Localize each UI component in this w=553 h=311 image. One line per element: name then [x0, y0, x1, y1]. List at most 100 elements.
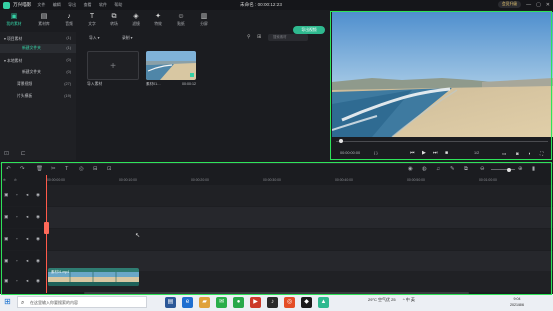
play-icon[interactable]: ▶	[422, 150, 426, 156]
record-dropdown[interactable]: 录制 ▾	[122, 35, 133, 41]
menu-software[interactable]: 软件	[99, 2, 107, 7]
delete-icon[interactable]: 🗑	[36, 166, 43, 172]
tree-item-new-folder-selected[interactable]: 新建文件夹 (1)	[0, 44, 76, 53]
browser-app-icon[interactable]: ◎	[284, 297, 295, 308]
fit-icon[interactable]: ▮	[532, 166, 535, 172]
tab-filters[interactable]: ◈ 滤镜	[126, 13, 146, 27]
split-icon[interactable]: ✂	[51, 166, 56, 172]
snapshot-icon[interactable]: ◙	[516, 151, 519, 156]
crop-icon[interactable]: ⊡	[107, 166, 112, 172]
track-lane[interactable]	[46, 185, 553, 206]
filmora-app-icon[interactable]: ▲	[318, 297, 329, 308]
zoom-knob[interactable]	[507, 167, 511, 172]
skip-back-icon[interactable]: ⏮	[410, 150, 415, 156]
maximize-icon[interactable]: ▢	[536, 2, 541, 8]
media-clip-thumbnail[interactable]	[146, 51, 196, 80]
tray-icons[interactable]: ^ 中 英	[403, 297, 415, 302]
timeline-clip[interactable]: 素材01.mp4	[48, 268, 139, 286]
track-manager-icon[interactable]: ⊕	[3, 178, 6, 182]
taskbar-search-input[interactable]: ⌕ 在这里输入你要搜索的内容	[17, 296, 147, 308]
playhead[interactable]	[46, 175, 47, 293]
minimize-icon[interactable]: —	[526, 2, 531, 8]
menu-view[interactable]: 查看	[84, 2, 92, 7]
quality-ratio[interactable]: 1/2	[474, 151, 479, 155]
editor-app-icon[interactable]: ◆	[301, 297, 312, 308]
eye-icon[interactable]: ◉	[36, 258, 40, 264]
weather-text[interactable]: 29°C 空气优 25	[368, 297, 396, 302]
close-icon[interactable]: ✕	[546, 2, 550, 8]
mic-icon[interactable]: ✎	[450, 166, 455, 172]
seek-knob[interactable]	[339, 139, 343, 144]
import-media-tile[interactable]: +	[87, 51, 139, 80]
lock-icon[interactable]: ▫	[16, 258, 18, 263]
tab-effects[interactable]: ✦ 特效	[148, 13, 168, 27]
preview-seek-bar[interactable]	[336, 139, 548, 144]
tab-audio[interactable]: ♪ 音频	[59, 13, 79, 27]
monitor-icon[interactable]: ▭	[502, 151, 506, 157]
eye-icon[interactable]: ◉	[36, 236, 40, 242]
eye-icon[interactable]: ◉	[36, 214, 40, 220]
color-icon[interactable]: ◎	[79, 166, 84, 172]
music-app-icon[interactable]: ♪	[267, 297, 278, 308]
voiceover-icon[interactable]: ♫	[436, 166, 440, 172]
tree-item-intro-templates[interactable]: 片头模板 (19)	[0, 92, 76, 101]
timeline-ruler[interactable]: ⊕ ⊘ 00:00:00:00 00:00:10:00 00:00:20:00 …	[0, 175, 553, 185]
new-folder-icon[interactable]: ⊡	[4, 151, 9, 157]
lock-icon[interactable]: ▫	[16, 236, 18, 241]
volume-icon[interactable]: ◖	[528, 151, 531, 156]
fullscreen-brackets-icon[interactable]: { }	[374, 151, 378, 155]
menu-help[interactable]: 帮助	[114, 2, 122, 7]
file-explorer-icon[interactable]: ▰	[199, 297, 210, 308]
marker-icon[interactable]: ◍	[422, 166, 427, 172]
edge-browser-icon[interactable]: e	[182, 297, 193, 308]
adjust-icon[interactable]: ⊟	[93, 166, 98, 172]
speaker-icon[interactable]: ◂	[26, 258, 28, 264]
tab-split-screen[interactable]: ▥ 分屏	[194, 13, 214, 27]
tree-item-new-folder[interactable]: 新建文件夹 (0)	[0, 68, 76, 77]
taskbar-clock[interactable]: 9:04 2021/8/6	[510, 296, 524, 308]
lock-icon[interactable]: ▫	[16, 278, 18, 283]
tab-my-media[interactable]: ▣ 我的素材	[4, 13, 24, 27]
speaker-icon[interactable]: ◂	[26, 192, 28, 198]
tree-item-local-media[interactable]: ▾ 本地素材 (0)	[0, 56, 76, 65]
speaker-icon[interactable]: ◂	[26, 214, 28, 220]
detach-icon[interactable]: ⧉	[464, 166, 468, 173]
lock-icon[interactable]: ▫	[16, 192, 18, 197]
zoom-slider[interactable]	[491, 167, 515, 172]
tab-transitions[interactable]: ⧉ 转场	[104, 13, 124, 27]
vip-upgrade-button[interactable]: 会员升级	[497, 1, 522, 8]
track-lane[interactable]	[46, 207, 553, 228]
zoom-in-icon[interactable]: ⊕	[518, 166, 523, 172]
text-tool-icon[interactable]: T	[65, 166, 68, 172]
import-dropdown[interactable]: 导入 ▾	[89, 35, 100, 41]
track-lane[interactable]	[46, 229, 553, 250]
tree-item-project-media[interactable]: ▾ 项目素材 (1)	[0, 34, 76, 43]
eye-icon[interactable]: ◉	[36, 278, 40, 284]
stop-icon[interactable]: ■	[445, 150, 448, 156]
link-icon[interactable]: ⊘	[14, 178, 17, 182]
menu-edit[interactable]: 编辑	[53, 2, 61, 7]
render-icon[interactable]: ◉	[408, 166, 413, 172]
media-app-icon[interactable]: ▶	[250, 297, 261, 308]
menu-file[interactable]: 文件	[37, 2, 45, 7]
tab-text[interactable]: T 文字	[82, 13, 102, 27]
menu-export[interactable]: 导出	[68, 2, 76, 7]
skip-forward-icon[interactable]: ⏭	[433, 150, 438, 156]
wechat-icon[interactable]: ✉	[216, 297, 227, 308]
zoom-out-icon[interactable]: ⊖	[480, 166, 485, 172]
fullscreen-icon[interactable]: ⛶	[540, 151, 543, 156]
tab-stock-library[interactable]: ▤ 素材库	[34, 13, 54, 27]
redo-icon[interactable]: ↷	[20, 166, 25, 172]
task-view-icon[interactable]: ▤	[165, 297, 176, 308]
tree-item-background-video[interactable]: 背景视频 (27)	[0, 80, 76, 89]
lock-icon[interactable]: ▫	[16, 214, 18, 219]
windows-start-icon[interactable]: ⊞	[4, 298, 11, 306]
search-input[interactable]: 搜索素材	[268, 34, 308, 41]
speaker-icon[interactable]: ◂	[26, 278, 28, 284]
chat-app-icon[interactable]: ●	[233, 297, 244, 308]
grid-view-icon[interactable]: ⊞	[257, 34, 261, 40]
tab-stickers[interactable]: ☺ 贴纸	[171, 13, 191, 27]
undo-icon[interactable]: ↶	[6, 166, 11, 172]
open-folder-icon[interactable]: ⊏	[21, 151, 26, 157]
eye-icon[interactable]: ◉	[36, 192, 40, 198]
